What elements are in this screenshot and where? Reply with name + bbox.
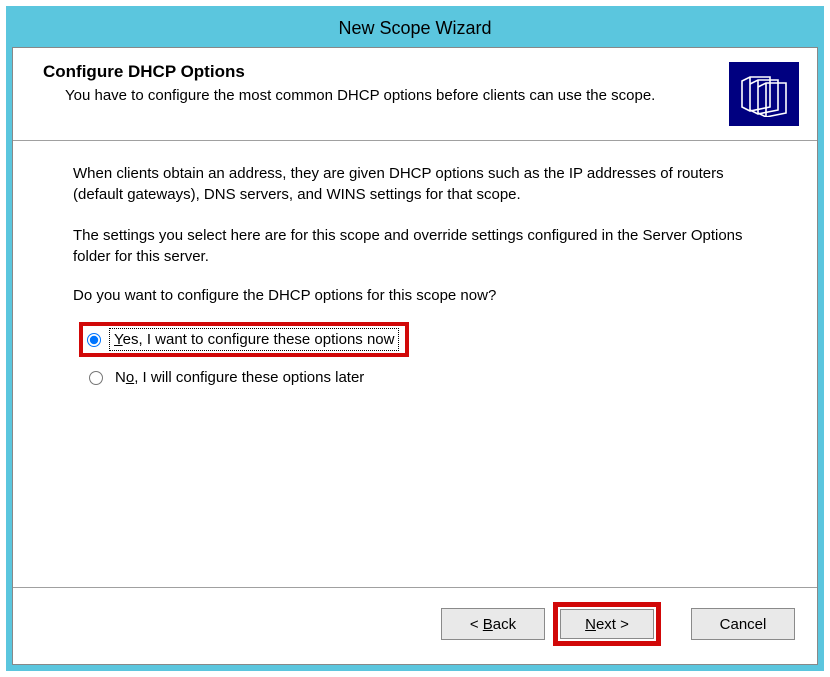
next-button[interactable]: Next >	[560, 609, 654, 639]
page-title: Configure DHCP Options	[43, 62, 713, 82]
wizard-header: Configure DHCP Options You have to confi…	[13, 48, 817, 140]
wizard-footer: < Back Next > Cancel	[13, 587, 817, 664]
body-prompt: Do you want to configure the DHCP option…	[73, 287, 781, 304]
wizard-body: When clients obtain an address, they are…	[13, 141, 817, 587]
radio-no-mnemonic: o	[126, 369, 134, 386]
highlight-next: Next >	[553, 602, 661, 646]
radio-no-label[interactable]: No, I will configure these options later	[111, 367, 368, 388]
body-paragraph-2: The settings you select here are for thi…	[73, 225, 753, 267]
radio-no-row: No, I will configure these options later	[79, 367, 781, 388]
folders-icon	[729, 62, 799, 126]
body-paragraph-1: When clients obtain an address, they are…	[73, 163, 753, 205]
radio-yes-label[interactable]: Yes, I want to configure these options n…	[109, 328, 399, 351]
window-title: New Scope Wizard	[338, 18, 491, 38]
highlight-yes: Yes, I want to configure these options n…	[79, 322, 409, 357]
radio-yes-text: es, I want to configure these options no…	[123, 331, 395, 348]
radio-yes-row: Yes, I want to configure these options n…	[79, 322, 781, 357]
wizard-window: Configure DHCP Options You have to confi…	[12, 47, 818, 665]
radio-yes[interactable]	[87, 333, 101, 347]
header-text-block: Configure DHCP Options You have to confi…	[43, 62, 713, 106]
page-subtitle: You have to configure the most common DH…	[43, 86, 713, 106]
radio-no-pre: N	[115, 369, 126, 386]
title-bar: New Scope Wizard	[12, 12, 818, 47]
radio-no[interactable]	[89, 371, 103, 385]
radio-no-text: , I will configure these options later	[134, 369, 364, 386]
radio-yes-mnemonic: Y	[114, 331, 123, 348]
radio-group: Yes, I want to configure these options n…	[73, 322, 781, 388]
back-button[interactable]: < Back	[441, 608, 545, 640]
window-frame: New Scope Wizard Configure DHCP Options …	[6, 6, 824, 671]
cancel-button[interactable]: Cancel	[691, 608, 795, 640]
